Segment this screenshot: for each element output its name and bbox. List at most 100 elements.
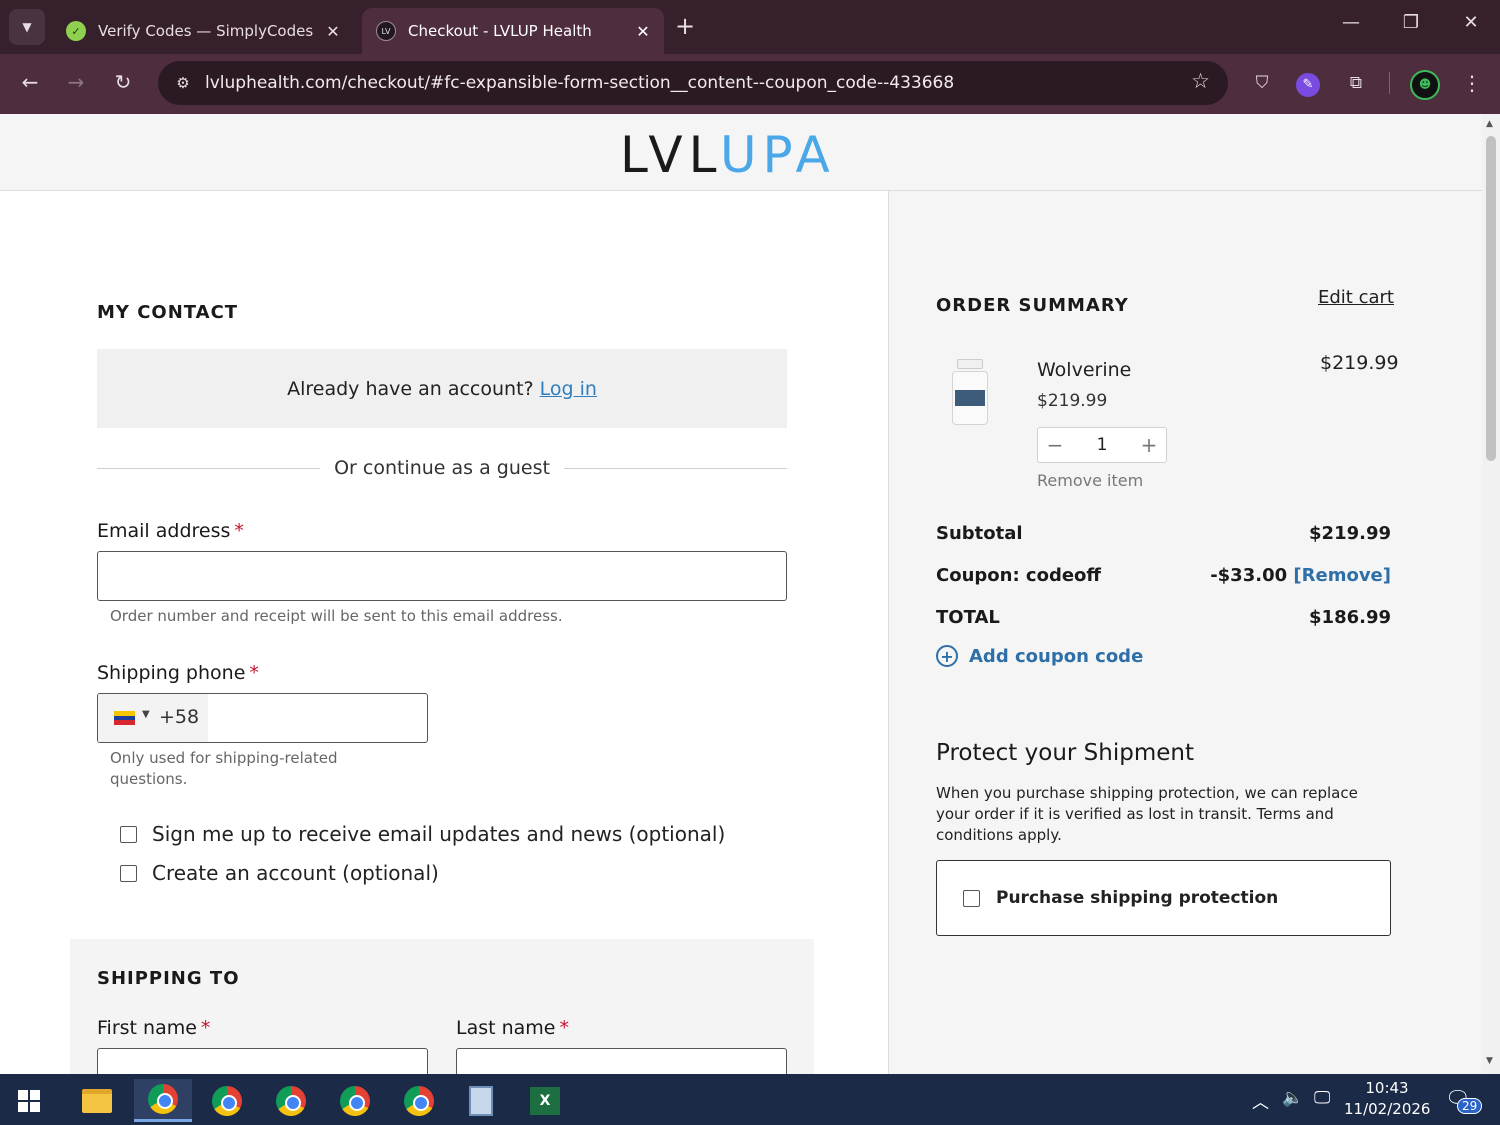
taskbar-chrome-5[interactable] bbox=[390, 1079, 448, 1122]
logo-text-dark: LVL bbox=[620, 126, 720, 184]
add-coupon-button[interactable]: + Add coupon code bbox=[936, 645, 1143, 667]
clock-time: 10:43 bbox=[1365, 1079, 1409, 1097]
product-bottle-image bbox=[951, 359, 989, 425]
newsletter-option[interactable]: Sign me up to receive email updates and … bbox=[120, 822, 725, 846]
minus-icon[interactable]: − bbox=[1038, 433, 1072, 457]
shipping-protection-label: Purchase shipping protection bbox=[996, 888, 1279, 908]
login-prompt-text: Already have an account? bbox=[287, 377, 534, 400]
bookmark-star-icon[interactable]: ☆ bbox=[1191, 69, 1210, 93]
site-header: LVLUPA bbox=[0, 114, 1482, 191]
subtotal-label: Subtotal bbox=[936, 523, 1023, 544]
last-name-input[interactable] bbox=[456, 1048, 787, 1074]
notification-center-icon[interactable]: 🗨 29 bbox=[1445, 1086, 1483, 1114]
login-link[interactable]: Log in bbox=[540, 378, 597, 400]
excel-icon: X bbox=[530, 1086, 560, 1115]
remove-item-link[interactable]: Remove item bbox=[1037, 471, 1143, 490]
product-name: Wolverine bbox=[1037, 359, 1132, 381]
close-tab-icon[interactable]: ✕ bbox=[322, 22, 344, 41]
restore-icon[interactable]: ❐ bbox=[1396, 12, 1426, 33]
calculator-icon bbox=[469, 1085, 493, 1116]
page-scrollbar[interactable]: ▲ ▼ bbox=[1482, 114, 1500, 1074]
guest-divider: Or continue as a guest bbox=[97, 455, 787, 481]
logo-text-blue: UP bbox=[719, 126, 796, 184]
edit-cart-link[interactable]: Edit cart bbox=[1318, 287, 1394, 308]
taskbar-calculator[interactable] bbox=[452, 1079, 510, 1122]
last-name-label: Last name * bbox=[456, 1017, 569, 1039]
first-name-label-text: First name bbox=[97, 1017, 197, 1039]
profile-avatar-icon[interactable]: ☻ bbox=[1410, 69, 1440, 100]
newsletter-checkbox[interactable] bbox=[120, 825, 137, 843]
taskbar-chrome-1[interactable] bbox=[134, 1079, 192, 1122]
create-account-label: Create an account (optional) bbox=[152, 861, 439, 885]
page-viewport: LVLUPA MY CONTACT Already have an accoun… bbox=[0, 114, 1482, 1074]
subtotal-value: $219.99 bbox=[1309, 523, 1391, 544]
taskbar-excel[interactable]: X bbox=[516, 1079, 574, 1122]
chrome-icon bbox=[340, 1085, 370, 1116]
volume-icon[interactable]: 🔈 bbox=[1282, 1088, 1303, 1108]
window-close-icon[interactable]: ✕ bbox=[1456, 12, 1486, 33]
shipping-protection-option[interactable]: Purchase shipping protection bbox=[936, 860, 1391, 936]
tab-search-button[interactable]: ▼ bbox=[9, 9, 45, 45]
create-account-checkbox[interactable] bbox=[120, 864, 137, 882]
newsletter-label: Sign me up to receive email updates and … bbox=[152, 822, 726, 846]
extensions-puzzle-icon[interactable]: ⧉ bbox=[1342, 69, 1370, 97]
plus-icon[interactable]: + bbox=[1132, 433, 1166, 457]
protection-description: When you purchase shipping protection, w… bbox=[936, 784, 1358, 844]
browser-toolbar: ← → ↻ ⚙ lvluphealth.com/checkout/#fc-exp… bbox=[0, 54, 1500, 114]
taskbar-chrome-2[interactable] bbox=[198, 1079, 256, 1122]
required-mark: * bbox=[559, 1017, 570, 1039]
total-label: TOTAL bbox=[936, 607, 1000, 628]
quantity-value[interactable]: 1 bbox=[1072, 435, 1132, 455]
forward-arrow-icon[interactable]: → bbox=[62, 70, 90, 94]
more-menu-icon[interactable]: ⋮ bbox=[1458, 69, 1486, 97]
back-arrow-icon[interactable]: ← bbox=[16, 70, 44, 94]
scroll-up-icon[interactable]: ▲ bbox=[1486, 119, 1493, 129]
logo-text-end: A bbox=[795, 126, 836, 184]
product-line-total: $219.99 bbox=[1320, 352, 1399, 374]
lvlup-favicon-icon: LV bbox=[376, 21, 396, 41]
new-tab-plus-icon[interactable]: + bbox=[675, 12, 695, 40]
first-name-input[interactable] bbox=[97, 1048, 428, 1074]
total-value: $186.99 bbox=[1309, 607, 1391, 628]
url-text[interactable]: lvluphealth.com/checkout/#fc-expansible-… bbox=[205, 73, 954, 93]
system-clock[interactable]: 10:43 11/02/2026 bbox=[1344, 1078, 1430, 1120]
email-hint: Order number and receipt will be sent to… bbox=[110, 607, 563, 625]
total-row: TOTAL $186.99 bbox=[936, 607, 1391, 628]
email-input[interactable] bbox=[97, 551, 787, 601]
purple-extension-icon[interactable]: ✎ bbox=[1294, 69, 1322, 97]
close-tab-icon[interactable]: ✕ bbox=[632, 22, 654, 41]
product-unit-price: $219.99 bbox=[1037, 391, 1108, 411]
create-account-option[interactable]: Create an account (optional) bbox=[120, 861, 439, 885]
clock-date: 11/02/2026 bbox=[1344, 1100, 1431, 1118]
address-bar[interactable]: ⚙ lvluphealth.com/checkout/#fc-expansibl… bbox=[158, 61, 1228, 105]
divider-line bbox=[563, 467, 787, 469]
site-settings-icon[interactable]: ⚙ bbox=[170, 70, 196, 96]
shipping-protection-checkbox[interactable] bbox=[963, 889, 980, 907]
lvlup-logo[interactable]: LVLUPA bbox=[620, 126, 836, 184]
tab-lvlup-checkout[interactable]: LV Checkout - LVLUP Health ✕ bbox=[362, 8, 664, 54]
scroll-down-icon[interactable]: ▼ bbox=[1486, 1056, 1493, 1066]
tray-chevron-up-icon[interactable]: ︿ bbox=[1252, 1088, 1269, 1113]
shield-extension-icon[interactable]: ⛉ bbox=[1248, 69, 1276, 97]
taskbar-file-explorer[interactable] bbox=[68, 1079, 126, 1122]
chevron-down-icon: ▼ bbox=[22, 20, 32, 34]
coupon-value: -$33.00 bbox=[1210, 565, 1288, 586]
phone-input[interactable]: ▼ +58 bbox=[97, 693, 428, 743]
minimize-icon[interactable]: — bbox=[1336, 12, 1366, 33]
tab-strip: ▼ ✓ Verify Codes — SimplyCodes ✕ LV Chec… bbox=[0, 0, 1500, 54]
network-icon[interactable]: 🖵 bbox=[1314, 1088, 1330, 1108]
chrome-icon bbox=[212, 1085, 242, 1116]
reload-icon[interactable]: ↻ bbox=[109, 70, 137, 94]
taskbar-chrome-4[interactable] bbox=[326, 1079, 384, 1122]
email-label: Email address * bbox=[97, 520, 244, 542]
shipping-section: SHIPPING TO First name * Last name * bbox=[70, 939, 814, 1074]
windows-start-icon[interactable] bbox=[18, 1090, 40, 1112]
taskbar-chrome-3[interactable] bbox=[262, 1079, 320, 1122]
remove-coupon-link[interactable]: [Remove] bbox=[1293, 565, 1391, 586]
chrome-icon bbox=[148, 1084, 178, 1114]
email-label-text: Email address bbox=[97, 520, 231, 542]
tab-simplycodes[interactable]: ✓ Verify Codes — SimplyCodes ✕ bbox=[52, 8, 354, 54]
scroll-thumb[interactable] bbox=[1486, 136, 1496, 461]
coupon-label: Coupon: codeoff bbox=[936, 565, 1101, 586]
order-summary-column: ORDER SUMMARY Edit cart Wolverine $219.9… bbox=[888, 191, 1482, 1074]
